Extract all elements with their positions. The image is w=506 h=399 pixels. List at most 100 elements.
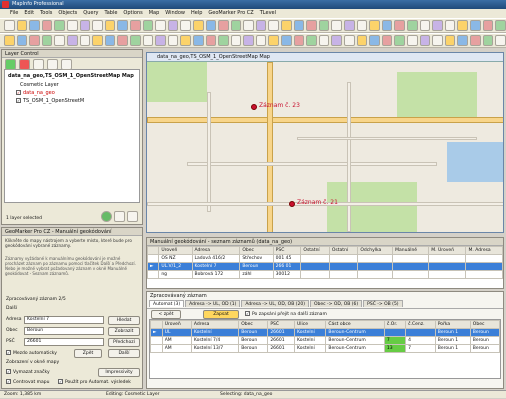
toolbar-button-icon[interactable] (167, 20, 179, 31)
toolbar-button-icon[interactable] (381, 20, 393, 31)
menu-item-1[interactable]: Edit (24, 9, 34, 18)
column-header[interactable]: Ostatní (328, 246, 359, 255)
toolbar-button-icon[interactable] (419, 20, 431, 31)
toolbar-button-icon[interactable] (29, 35, 40, 46)
layer-visible-checkbox[interactable]: ✓ (16, 90, 21, 95)
toolbar-button-icon[interactable] (79, 35, 91, 46)
move-down-icon[interactable] (47, 59, 58, 70)
toolbar-button-icon[interactable] (331, 20, 343, 31)
menu-item-8[interactable]: Window (165, 9, 185, 18)
toolbar-button-icon[interactable] (318, 20, 330, 31)
toolbar-button-icon[interactable] (142, 35, 154, 46)
toolbar-button-icon[interactable] (155, 20, 166, 31)
column-header[interactable]: Ostatní (300, 246, 330, 255)
auto-checkbox[interactable]: ✓ Mezdo automaticky (6, 350, 57, 356)
column-header[interactable]: Pořka (434, 320, 471, 329)
column-header[interactable]: M. Úroveň (428, 246, 467, 255)
back-nav-button[interactable]: < zpět (151, 310, 181, 319)
menu-item-3[interactable]: Objects (58, 9, 77, 18)
table-row[interactable]: ► UL.V/1_2 Kostelní 7 Beroun 266 01 (146, 262, 503, 271)
write-button[interactable]: Zapsat (203, 310, 239, 319)
toolbar-button-icon[interactable] (432, 35, 443, 46)
map-canvas[interactable]: Záznam č. 23 Záznam č. 21 (147, 62, 503, 232)
toolbar-button-icon[interactable] (469, 35, 481, 46)
toolbar-button-icon[interactable] (293, 20, 305, 31)
toolbar-button-icon[interactable] (129, 35, 141, 46)
column-header[interactable]: M. Adresa (465, 246, 503, 255)
back-button[interactable]: Zpět (74, 349, 102, 358)
toolbar-button-icon[interactable] (41, 20, 53, 31)
toolbar-button-icon[interactable] (218, 20, 229, 31)
toolbar-button-icon[interactable] (255, 20, 267, 31)
column-header[interactable]: Adresa (191, 246, 241, 255)
column-header[interactable]: č.Cenz. (405, 320, 436, 329)
column-header[interactable]: Část obce (325, 320, 385, 329)
move-up-icon[interactable] (33, 59, 44, 70)
toolbar-button-icon[interactable] (79, 20, 91, 31)
column-header[interactable]: Obec (469, 320, 501, 329)
toolbar-button-icon[interactable] (344, 20, 355, 31)
toolbar-button-icon[interactable] (344, 35, 355, 46)
impressivity-button[interactable]: Impressivity (98, 368, 140, 377)
toolbar-button-icon[interactable] (407, 35, 418, 46)
next-button[interactable]: Další (108, 349, 140, 358)
city-input[interactable]: Beroun (24, 327, 104, 335)
toolbar-button-icon[interactable] (369, 35, 380, 46)
column-header[interactable] (150, 320, 163, 329)
toolbar-button-icon[interactable] (457, 20, 468, 31)
toolbar-button-icon[interactable] (92, 35, 103, 46)
table-row[interactable]: AM Kostelní 7/4 Beroun 26601 Kostelní Beroun-… (150, 336, 501, 345)
toolbar-button-icon[interactable] (293, 35, 305, 46)
toolbar-button-icon[interactable] (432, 20, 443, 31)
toolbar-button-icon[interactable] (142, 20, 154, 31)
toolbar-button-icon[interactable] (356, 20, 368, 31)
menu-item-5[interactable]: Table (104, 9, 117, 18)
toolbar-button-icon[interactable] (306, 20, 317, 31)
toolbar-button-icon[interactable] (180, 35, 191, 46)
tab-2[interactable]: Adresa -> UL, OD, OB (20) (241, 300, 309, 307)
toolbar-button-icon[interactable] (41, 35, 53, 46)
toolbar-button-icon[interactable] (318, 35, 330, 46)
toolbar-button-icon[interactable] (381, 35, 393, 46)
use-auto-checkbox[interactable]: ✓ Použít pro Automat. výsledek (58, 379, 131, 385)
toolbar-button-icon[interactable] (4, 20, 15, 31)
ok-icon[interactable] (101, 211, 112, 222)
toolbar-button-icon[interactable] (54, 35, 65, 46)
address-input[interactable]: Kostelní 7 (24, 316, 104, 324)
toolbar-button-icon[interactable] (268, 35, 280, 46)
table-row[interactable]: OS NZ Ladová 416/2 Střechov 001 45 (146, 254, 503, 263)
menu-item-7[interactable]: Map (149, 9, 160, 18)
column-header[interactable]: Manuálně (392, 246, 430, 255)
tab-4[interactable]: PSČ -> OB (5) (363, 300, 403, 307)
layer-item-osm[interactable]: ✓ TS_OSM_1_OpenStreetM (8, 98, 136, 104)
column-header[interactable]: Úroveň (158, 246, 193, 255)
layer-item-data-na-geo[interactable]: ✓ data_na_geo (8, 90, 136, 96)
toolbar-button-icon[interactable] (394, 35, 405, 46)
menu-item-9[interactable]: Help (191, 9, 202, 18)
toolbar-button-icon[interactable] (268, 20, 280, 31)
clear-markers-checkbox[interactable]: ✓ Vymazat značky (6, 369, 50, 375)
toolbar-button-icon[interactable] (369, 20, 380, 31)
tab-1[interactable]: Adresa -> UL, OD (1) (185, 300, 241, 307)
toolbar-button-icon[interactable] (281, 20, 292, 31)
toolbar-button-icon[interactable] (4, 35, 15, 46)
toolbar-button-icon[interactable] (205, 35, 217, 46)
menu-item-0[interactable]: File (10, 9, 18, 18)
column-header[interactable]: Adresa (190, 320, 240, 329)
toolbar-button-icon[interactable] (457, 35, 468, 46)
toolbar-button-icon[interactable] (167, 35, 179, 46)
toolbar-button-icon[interactable] (495, 20, 506, 31)
toolbar-button-icon[interactable] (482, 20, 494, 31)
toolbar-button-icon[interactable] (66, 35, 78, 46)
help-icon[interactable] (127, 211, 138, 222)
toolbar-button-icon[interactable] (180, 20, 191, 31)
add-layer-icon[interactable] (5, 59, 16, 70)
column-header[interactable]: Obec (239, 246, 274, 255)
tab-0[interactable]: Automat (3) (149, 300, 185, 307)
toolbar-button-icon[interactable] (104, 35, 116, 46)
show-button[interactable]: Zobrazit (108, 327, 140, 336)
record-marker-23[interactable] (251, 104, 257, 110)
advance-checkbox[interactable]: ✓ Po zapsání přejít na další záznam (245, 311, 327, 317)
map-window[interactable]: data_na_geo,TS_OSM_1_OpenStreetMap Map Z… (146, 52, 504, 233)
zip-input[interactable]: 26601 (24, 338, 104, 346)
